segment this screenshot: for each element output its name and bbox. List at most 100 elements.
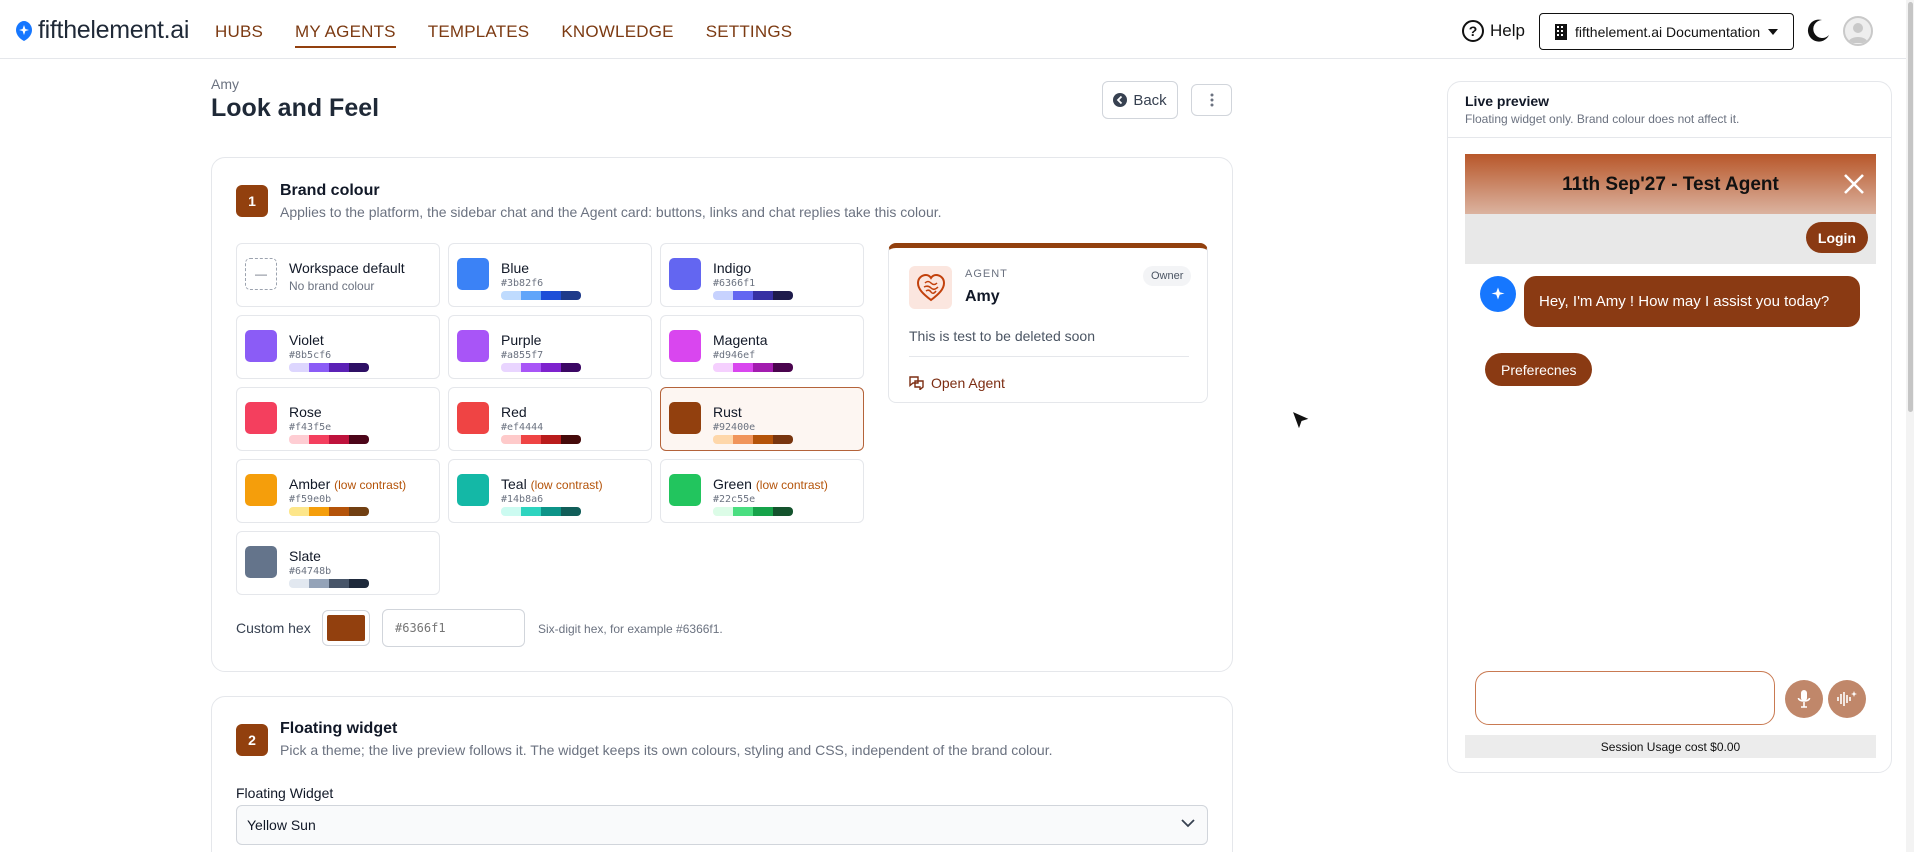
help-label: Help xyxy=(1490,21,1525,40)
user-icon xyxy=(1848,23,1868,43)
scale-step xyxy=(561,435,581,444)
microphone-button[interactable] xyxy=(1785,680,1823,718)
scale-step xyxy=(521,291,541,300)
custom-hex-input[interactable] xyxy=(382,609,525,647)
scale-step xyxy=(289,435,309,444)
swatch-scale xyxy=(289,435,369,444)
swatch-hex: #d946ef xyxy=(713,350,756,361)
swatch-chip xyxy=(669,258,701,290)
swatch-workspace-default[interactable]: — Workspace default No brand colour xyxy=(236,243,440,307)
caret-down-icon xyxy=(1768,28,1779,35)
dark-mode-toggle-icon[interactable] xyxy=(1805,18,1831,44)
back-button[interactable]: Back xyxy=(1102,81,1178,119)
swatch-magenta[interactable]: Magenta #d946ef xyxy=(660,315,864,379)
swatch-name: Purple xyxy=(501,332,541,348)
swatch-blue[interactable]: Blue #3b82f6 xyxy=(448,243,652,307)
swatch-scale xyxy=(501,507,581,516)
swatch-rose[interactable]: Rose #f43f5e xyxy=(236,387,440,451)
swatch-purple[interactable]: Purple #a855f7 xyxy=(448,315,652,379)
user-avatar[interactable] xyxy=(1843,16,1873,46)
swatch-name: Workspace default xyxy=(289,260,405,276)
swatch-hex: #ef4444 xyxy=(501,422,544,433)
open-agent-link[interactable]: Open Agent xyxy=(909,375,1005,391)
open-agent-label: Open Agent xyxy=(931,375,1005,391)
swatch-scale xyxy=(713,435,793,444)
swatch-hex: #22c55e xyxy=(713,494,756,505)
swatch-red[interactable]: Red #ef4444 xyxy=(448,387,652,451)
swatch-violet[interactable]: Violet #8b5cf6 xyxy=(236,315,440,379)
main-nav: HUBS MY AGENTS TEMPLATES KNOWLEDGE SETTI… xyxy=(215,0,824,59)
scale-step xyxy=(733,435,753,444)
swatch-chip xyxy=(669,474,701,506)
scrollbar-thumb[interactable] xyxy=(1908,2,1913,412)
swatch-name-text: Rose xyxy=(289,404,322,420)
low-contrast-note: (low contrast) xyxy=(334,478,407,492)
swatch-scale xyxy=(501,363,581,372)
swatch-name: Magenta xyxy=(713,332,767,348)
swatch-subtitle: No brand colour xyxy=(289,279,375,293)
nav-item-my-agents[interactable]: MY AGENTS xyxy=(295,0,396,48)
nav-item-hubs[interactable]: HUBS xyxy=(215,0,263,48)
chat-input[interactable] xyxy=(1475,671,1775,725)
scale-step xyxy=(713,291,733,300)
swatch-name-text: Teal xyxy=(501,476,527,492)
page-title: Look and Feel xyxy=(211,94,380,122)
swatch-hex: #92400e xyxy=(713,422,756,433)
floating-widget-select[interactable]: Yellow Sun xyxy=(236,805,1208,845)
login-button[interactable]: Login xyxy=(1805,222,1868,253)
nav-item-templates[interactable]: TEMPLATES xyxy=(428,0,530,48)
scale-step xyxy=(289,363,309,372)
swatch-amber[interactable]: Amber (low contrast) #f59e0b xyxy=(236,459,440,523)
floating-widget-card: 2 Floating widget Pick a theme; the live… xyxy=(211,696,1233,852)
more-options-button[interactable] xyxy=(1191,84,1232,116)
agent-card: AGENT Amy Owner This is test to be delet… xyxy=(888,243,1208,403)
nav-item-knowledge[interactable]: KNOWLEDGE xyxy=(561,0,673,48)
swatch-indigo[interactable]: Indigo #6366f1 xyxy=(660,243,864,307)
breadcrumb[interactable]: Amy xyxy=(211,76,239,92)
back-label: Back xyxy=(1133,91,1167,109)
swatch-chip: — xyxy=(245,258,277,290)
live-preview-panel: Live preview Floating widget only. Brand… xyxy=(1447,81,1892,773)
close-icon[interactable] xyxy=(1842,172,1866,196)
swatch-rust[interactable]: Rust #92400e xyxy=(660,387,864,451)
swatch-hex: #f59e0b xyxy=(289,494,332,505)
chat-widget: 11th Sep'27 - Test Agent Login Hey, I'm … xyxy=(1465,154,1876,758)
swatch-chip xyxy=(457,258,489,290)
custom-color-picker[interactable] xyxy=(322,610,370,646)
arrow-left-circle-icon xyxy=(1113,93,1128,107)
documentation-dropdown[interactable]: fifthelement.ai Documentation xyxy=(1539,13,1794,50)
help-link[interactable]: ? Help xyxy=(1462,20,1525,42)
swatch-chip xyxy=(669,402,701,434)
scale-step xyxy=(561,363,581,372)
preferences-chip[interactable]: Preferecnes xyxy=(1485,353,1593,386)
scale-step xyxy=(329,363,349,372)
scale-step xyxy=(521,363,541,372)
swatch-name-text: Rust xyxy=(713,404,742,420)
swatch-name: Indigo xyxy=(713,260,751,276)
low-contrast-note: (low contrast) xyxy=(755,478,828,492)
scale-step xyxy=(773,363,793,372)
step-badge: 2 xyxy=(236,724,268,756)
logo-icon xyxy=(16,20,32,41)
swatch-slate[interactable]: Slate #64748b xyxy=(236,531,440,595)
swatch-scale xyxy=(289,579,369,588)
scale-step xyxy=(541,291,561,300)
swatch-scale xyxy=(713,291,793,300)
scale-step xyxy=(713,435,733,444)
session-usage: Session Usage cost $0.00 xyxy=(1465,735,1876,758)
voice-mode-button[interactable] xyxy=(1828,680,1866,718)
swatch-chip xyxy=(457,402,489,434)
swatch-name: Violet xyxy=(289,332,324,348)
brain-heart-icon xyxy=(909,266,952,309)
scale-step xyxy=(773,435,793,444)
brand-colour-card: 1 Brand colour Applies to the platform, … xyxy=(211,157,1233,672)
swatch-green[interactable]: Green (low contrast) #22c55e xyxy=(660,459,864,523)
scale-step xyxy=(309,363,329,372)
brand-logo[interactable]: fifthelement.ai xyxy=(14,16,189,45)
swatch-teal[interactable]: Teal (low contrast) #14b8a6 xyxy=(448,459,652,523)
swatch-chip xyxy=(669,330,701,362)
scale-step xyxy=(753,507,773,516)
swatch-name-text: Amber xyxy=(289,476,331,492)
scale-step xyxy=(713,363,733,372)
nav-item-settings[interactable]: SETTINGS xyxy=(706,0,793,48)
